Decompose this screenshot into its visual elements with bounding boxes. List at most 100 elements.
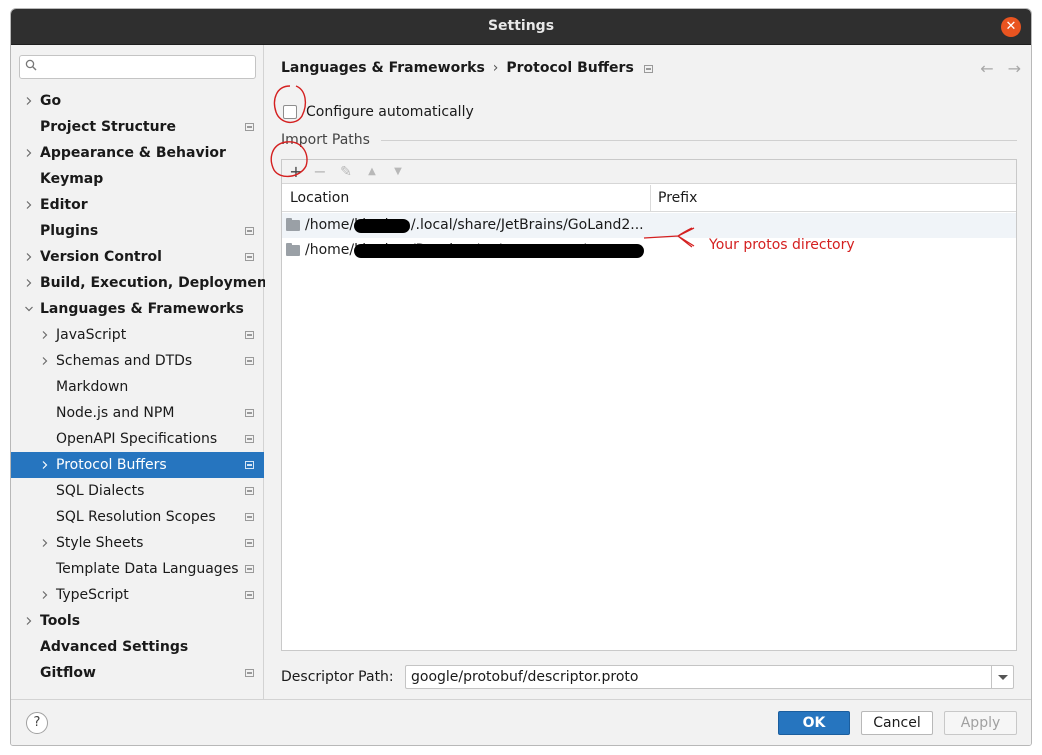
edit-path-button[interactable]: ✎ xyxy=(336,162,356,182)
settings-dialog: Settings ✕ Go Project Structure Appearance… xyxy=(10,8,1032,746)
sidebar-item-version-control[interactable]: Version Control xyxy=(11,244,264,270)
redaction-mark xyxy=(354,219,410,233)
sidebar-item-label: Template Data Languages xyxy=(56,561,239,577)
chevron-right-icon[interactable] xyxy=(40,356,50,366)
chevron-right-icon[interactable] xyxy=(24,616,34,626)
table-row[interactable]: /home/khadem/.local/share/JetBrains/GoLa… xyxy=(282,213,1016,238)
search-icon xyxy=(25,59,37,71)
column-prefix[interactable]: Prefix xyxy=(658,185,697,212)
settings-content: Languages & Frameworks › Protocol Buffers … xyxy=(265,45,1031,699)
sidebar-item-label: Protocol Buffers xyxy=(56,457,167,473)
sidebar-item-advanced-settings[interactable]: Advanced Settings xyxy=(11,634,264,660)
descriptor-path-label: Descriptor Path: xyxy=(281,669,394,685)
minus-icon: − xyxy=(313,162,327,181)
ok-button[interactable]: OK xyxy=(778,711,850,735)
sidebar-item-label: Style Sheets xyxy=(56,535,144,551)
sidebar-item-label: JavaScript xyxy=(56,327,127,343)
chevron-right-icon[interactable] xyxy=(40,330,50,340)
pencil-icon: ✎ xyxy=(340,164,352,180)
sidebar-item-label: Tools xyxy=(40,613,81,629)
paths-table-header: Location Prefix xyxy=(282,185,1016,212)
chevron-right-icon[interactable] xyxy=(40,590,50,600)
breadcrumb-current: Protocol Buffers xyxy=(506,60,634,76)
sidebar-item-tools[interactable]: Tools xyxy=(11,608,264,634)
arrow-down-icon: ▼ xyxy=(394,166,402,177)
sidebar-item-sql-resolution-scopes[interactable]: SQL Resolution Scopes xyxy=(11,504,264,530)
sidebar-item-javascript[interactable]: JavaScript xyxy=(11,322,264,348)
project-level-icon xyxy=(245,123,254,131)
sidebar-item-label: TypeScript xyxy=(56,587,129,603)
sidebar-item-label: Advanced Settings xyxy=(40,639,189,655)
question-icon: ? xyxy=(33,715,41,730)
sidebar-item-label: Markdown xyxy=(56,379,129,395)
sidebar-item-label: Keymap xyxy=(40,171,104,187)
chevron-right-icon[interactable] xyxy=(40,460,50,470)
sidebar-item-node-js-and-npm[interactable]: Node.js and NPM xyxy=(11,400,264,426)
configure-automatically-label[interactable]: Configure automatically xyxy=(306,103,474,121)
chevron-down-icon[interactable] xyxy=(991,666,1013,688)
sidebar-item-schemas-and-dtds[interactable]: Schemas and DTDs xyxy=(11,348,264,374)
sidebar-item-plugins[interactable]: Plugins xyxy=(11,218,264,244)
dialog-footer: ? OK Cancel Apply xyxy=(11,699,1031,745)
sidebar-item-label: Gitflow xyxy=(40,665,96,681)
project-level-icon xyxy=(245,227,254,235)
sidebar-item-sql-dialects[interactable]: SQL Dialects xyxy=(11,478,264,504)
breadcrumb-parent[interactable]: Languages & Frameworks xyxy=(281,60,485,76)
sidebar-item-languages-frameworks[interactable]: Languages & Frameworks xyxy=(11,296,264,322)
sidebar-item-go[interactable]: Go xyxy=(11,88,264,114)
sidebar-item-keymap[interactable]: Keymap xyxy=(11,166,264,192)
paths-toolbar: + − ✎ ▲ ▼ xyxy=(282,160,1016,184)
chevron-right-icon[interactable] xyxy=(24,148,34,158)
chevron-right-icon[interactable] xyxy=(40,538,50,548)
sidebar-item-label: Version Control xyxy=(40,249,162,265)
column-location[interactable]: Location xyxy=(290,185,349,212)
settings-tree: Go Project Structure Appearance & Behavior… xyxy=(11,88,274,686)
chevron-right-icon[interactable] xyxy=(24,96,34,106)
configure-automatically-checkbox[interactable] xyxy=(283,105,297,119)
search-input[interactable] xyxy=(19,55,256,79)
project-level-icon xyxy=(245,409,254,417)
cancel-button[interactable]: Cancel xyxy=(861,711,933,735)
chevron-right-icon[interactable] xyxy=(24,200,34,210)
add-path-button[interactable]: + xyxy=(286,162,306,182)
sidebar-item-markdown[interactable]: Markdown xyxy=(11,374,264,400)
sidebar-item-project-structure[interactable]: Project Structure xyxy=(11,114,264,140)
descriptor-path-value: google/protobuf/descriptor.proto xyxy=(411,669,639,685)
import-paths-panel: + − ✎ ▲ ▼ Location Prefix /home/khadem/.… xyxy=(281,159,1017,651)
project-level-icon xyxy=(245,669,254,677)
arrow-up-icon: ▲ xyxy=(368,166,376,177)
sidebar-item-openapi-specifications[interactable]: OpenAPI Specifications xyxy=(11,426,264,452)
apply-button[interactable]: Apply xyxy=(944,711,1017,735)
forward-arrow-icon[interactable]: → xyxy=(1008,59,1021,78)
sidebar-item-label: Node.js and NPM xyxy=(56,405,175,421)
sidebar-item-protocol-buffers[interactable]: Protocol Buffers xyxy=(11,452,264,478)
sidebar-item-label: Plugins xyxy=(40,223,99,239)
descriptor-path-combobox[interactable]: google/protobuf/descriptor.proto xyxy=(405,665,1014,689)
chevron-down-icon[interactable] xyxy=(24,304,34,314)
sidebar-item-label: SQL Dialects xyxy=(56,483,145,499)
close-button[interactable]: ✕ xyxy=(1001,17,1021,37)
sidebar-item-typescript[interactable]: TypeScript xyxy=(11,582,264,608)
back-arrow-icon[interactable]: ← xyxy=(980,59,993,78)
plus-icon: + xyxy=(289,162,303,181)
sidebar-item-label: Schemas and DTDs xyxy=(56,353,193,369)
remove-path-button[interactable]: − xyxy=(310,162,330,182)
chevron-right-icon[interactable] xyxy=(24,278,34,288)
section-divider xyxy=(381,140,1017,141)
chevron-right-icon[interactable] xyxy=(24,252,34,262)
table-row[interactable]: /home/khadem/Dropbox/go/ramooz.org/ramoo… xyxy=(282,238,1016,263)
move-up-button[interactable]: ▲ xyxy=(362,162,382,182)
sidebar-item-template-data-languages[interactable]: Template Data Languages xyxy=(11,556,264,582)
move-down-button[interactable]: ▼ xyxy=(388,162,408,182)
sidebar-item-editor[interactable]: Editor xyxy=(11,192,264,218)
project-level-icon xyxy=(245,513,254,521)
sidebar-item-gitflow[interactable]: Gitflow xyxy=(11,660,264,686)
sidebar-item-build-execution-deployment[interactable]: Build, Execution, Deployment xyxy=(11,270,274,296)
sidebar-item-style-sheets[interactable]: Style Sheets xyxy=(11,530,264,556)
project-level-icon xyxy=(643,65,653,73)
sidebar-item-appearance-behavior[interactable]: Appearance & Behavior xyxy=(11,140,264,166)
help-button[interactable]: ? xyxy=(26,712,48,734)
title-bar: Settings ✕ xyxy=(11,9,1031,45)
breadcrumb-separator: › xyxy=(492,60,499,76)
sidebar-item-label: Editor xyxy=(40,197,88,213)
